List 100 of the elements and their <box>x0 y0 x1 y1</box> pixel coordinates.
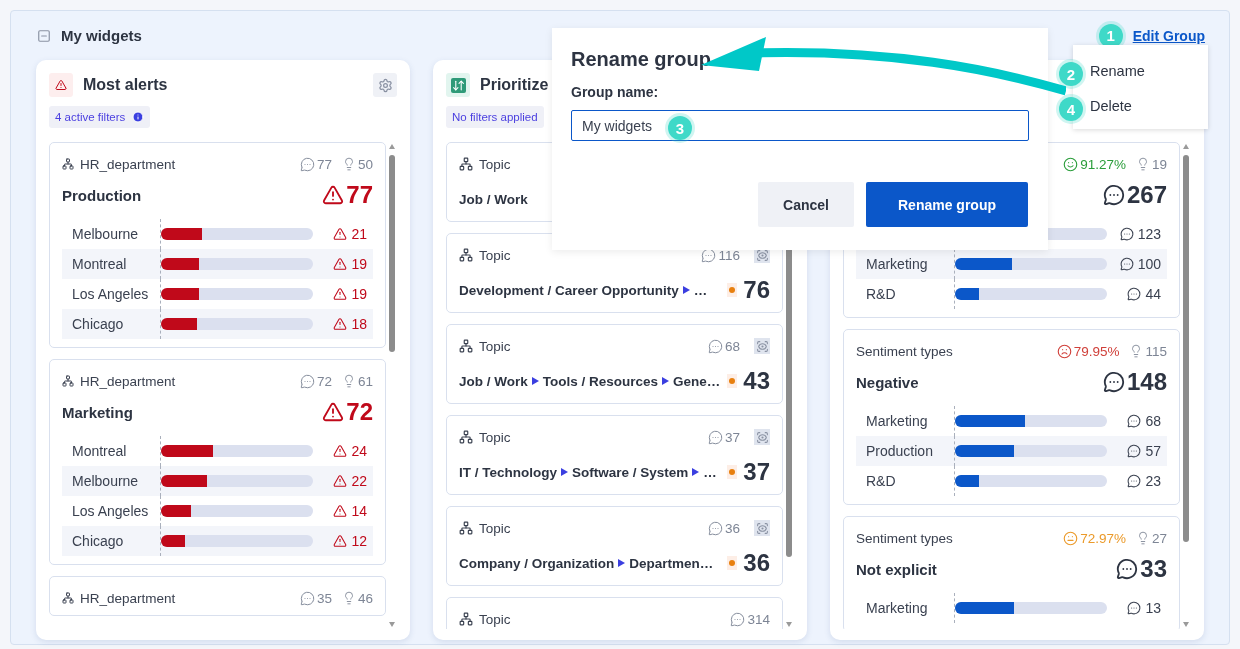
rename-button[interactable]: Rename group <box>866 182 1028 227</box>
card-label: Topic <box>479 429 512 445</box>
topic-path-text: Tools / Resources <box>542 373 659 389</box>
menu-item[interactable]: Delete <box>1085 88 1208 123</box>
speech-bubble-icon <box>707 429 723 445</box>
topic-score: 36 <box>743 549 770 577</box>
comment-count: 72 <box>316 373 332 389</box>
alert-icon <box>333 287 348 301</box>
speech-bubble-icon <box>299 373 315 389</box>
row-label: Melbourne <box>72 473 140 489</box>
row-label: Montreal <box>72 443 128 459</box>
topic-path-text: Company / Organization <box>459 555 615 571</box>
card-label: HR_department <box>80 590 177 606</box>
sentiment-percent: 79.95% <box>1073 343 1120 359</box>
hierarchy-icon <box>459 339 473 353</box>
card-title: Negative <box>856 373 920 391</box>
alert-icon <box>333 504 348 518</box>
comment-count: 35 <box>316 590 332 606</box>
triangle-icon <box>662 377 670 385</box>
speech-bubble-icon <box>1119 227 1134 241</box>
speech-bubble-icon <box>701 247 717 263</box>
step-badge: 1 <box>1098 23 1123 48</box>
alert-icon <box>49 73 73 97</box>
cancel-button[interactable]: Cancel <box>758 182 854 227</box>
alert-icon <box>333 474 348 488</box>
total-count: 77 <box>346 181 373 209</box>
alert-icon <box>333 227 348 241</box>
triangle-icon <box>561 468 568 476</box>
edit-group-link[interactable]: Edit Group <box>1132 27 1205 44</box>
card-title: Not explicit <box>856 560 938 578</box>
filter-chip[interactable]: No filters applied <box>446 106 544 128</box>
topic-path-text: Departmen… <box>629 555 714 571</box>
card-label: Topic <box>479 247 512 263</box>
row-value: 19 <box>351 286 367 302</box>
alert-icon <box>333 444 348 458</box>
hierarchy-icon <box>459 157 473 171</box>
row-value: 57 <box>1145 443 1161 459</box>
row-value: 100 <box>1137 256 1161 272</box>
sentiment-percent: 91.27% <box>1080 156 1126 172</box>
total-count: 148 <box>1126 368 1167 396</box>
collapse-icon[interactable] <box>37 28 51 43</box>
row-label: Melbourne <box>72 226 140 242</box>
row-label: Chicago <box>72 533 125 549</box>
hierarchy-icon <box>459 521 473 535</box>
row-value: 22 <box>351 473 367 489</box>
row-value: 21 <box>351 226 367 242</box>
topic-path-text: IT / Technology <box>459 464 557 480</box>
card-label: Topic <box>479 338 512 354</box>
speech-bubble-icon <box>299 590 315 606</box>
card-label: Topic <box>479 611 512 627</box>
speech-bubble-icon <box>1127 287 1142 301</box>
speech-bubble-icon <box>299 156 315 172</box>
card-label: HR_department <box>80 373 177 389</box>
filter-chip[interactable]: 4 active filters <box>49 106 151 128</box>
speech-bubble-icon <box>707 338 723 354</box>
comment-count: 68 <box>724 338 740 354</box>
topic-path-text: … <box>693 282 708 298</box>
comment-count: 37 <box>724 429 740 445</box>
card-label: Topic <box>479 156 512 172</box>
menu-item[interactable]: Rename <box>1085 53 1208 88</box>
topic-score: 76 <box>743 276 770 304</box>
total-count: 267 <box>1126 181 1167 209</box>
row-label: Montreal <box>72 256 128 272</box>
triangle-icon <box>692 468 700 476</box>
topic-path-text: Job / Work <box>459 373 528 389</box>
row-label: Chicago <box>72 316 125 332</box>
speech-bubble-icon <box>730 611 746 627</box>
card-title: Production <box>62 186 143 204</box>
row-label: R&D <box>866 286 897 302</box>
hierarchy-icon <box>62 592 74 604</box>
eye-icon[interactable] <box>754 429 770 445</box>
idea-count: 27 <box>1151 530 1167 546</box>
topic-path-text: Job / Work <box>459 191 528 207</box>
row-value: 13 <box>1145 600 1161 616</box>
sort-icon <box>446 73 470 97</box>
speech-bubble-icon <box>1127 444 1142 458</box>
row-value: 23 <box>1145 473 1161 489</box>
speech-bubble-icon <box>1119 257 1134 271</box>
row-value: 19 <box>351 256 367 272</box>
dialog-title: Rename group <box>571 48 713 71</box>
card-label: Sentiment types <box>856 343 954 359</box>
topic-score: 43 <box>743 367 770 395</box>
idea-count: 46 <box>357 590 373 606</box>
info-icon[interactable] <box>132 111 145 123</box>
row-value: 123 <box>1137 226 1161 242</box>
settings-button[interactable] <box>373 73 397 97</box>
hierarchy-icon <box>459 430 473 444</box>
idea-count: 115 <box>1145 343 1167 359</box>
row-value: 68 <box>1145 413 1161 429</box>
triangle-icon <box>682 286 690 294</box>
card-title: Marketing <box>62 403 134 421</box>
topic-score: 37 <box>743 458 770 486</box>
row-label: Los Angeles <box>72 286 150 302</box>
eye-icon[interactable] <box>754 520 770 536</box>
hierarchy-icon <box>459 612 473 626</box>
hierarchy-icon <box>62 375 74 387</box>
eye-icon[interactable] <box>754 338 770 354</box>
row-value: 24 <box>351 443 367 459</box>
gear-icon <box>377 77 393 93</box>
speech-bubble-icon <box>1127 414 1142 428</box>
